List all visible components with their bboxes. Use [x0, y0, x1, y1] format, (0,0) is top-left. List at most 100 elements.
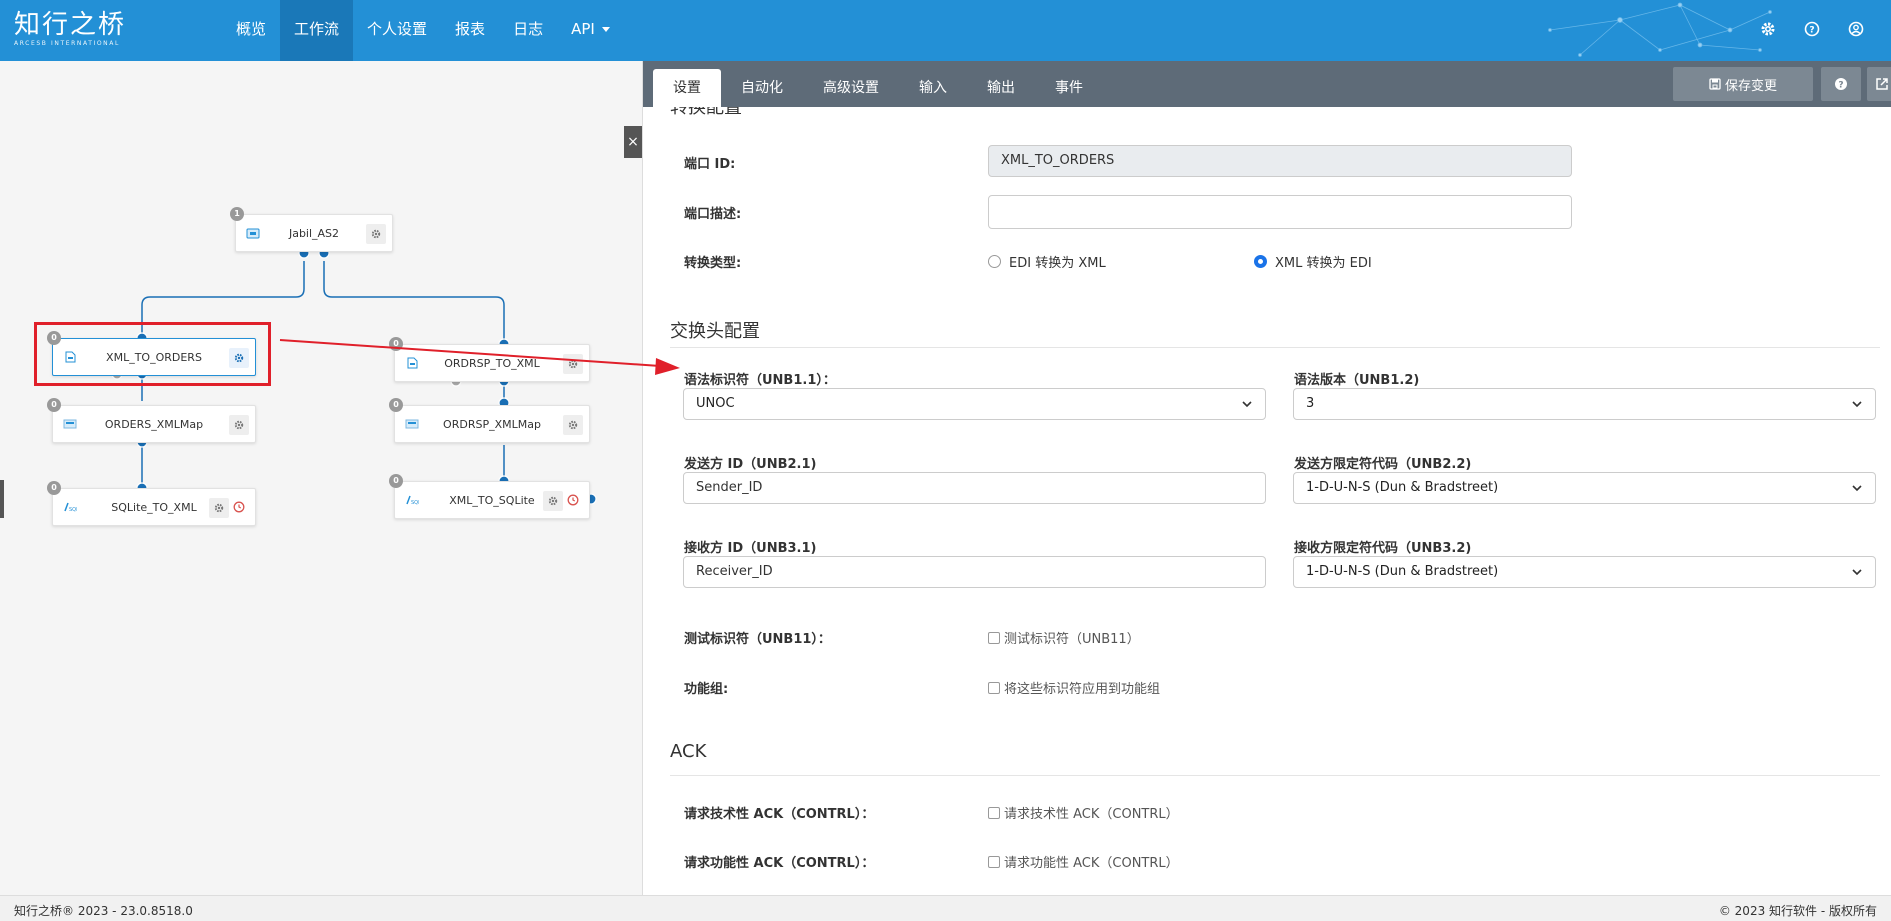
chevron-down-icon	[1242, 401, 1252, 408]
collapse-panel-button[interactable]: ×	[624, 126, 642, 158]
node-label: ORDRSP_TO_XML	[444, 356, 540, 370]
node-gear-icon[interactable]	[543, 491, 563, 511]
test-indicator-checkbox[interactable]: 测试标识符（UNB11）	[988, 628, 1140, 647]
main-nav: 概览 工作流 个人设置 报表 日志 API	[222, 0, 624, 61]
receiver-qualifier-label: 接收方限定符代码（UNB3.2)	[1294, 541, 1472, 556]
clock-icon[interactable]	[231, 499, 247, 515]
syntax-id-label: 语法标识符（UNB1.1）：	[684, 373, 836, 388]
highlight-box	[34, 322, 271, 386]
convert-type-label: 转换类型:	[684, 256, 742, 271]
workflow-canvas[interactable]: 1 Jabil_AS2 0 XML_TO_ORDERS 0 ORDRSP_TO_…	[0, 61, 642, 895]
sender-qualifier-select[interactable]: 1-D-U-N-S (Dun & Bradstreet)	[1293, 472, 1876, 504]
node-label: ORDERS_XMLMap	[104, 417, 204, 431]
nav-logs[interactable]: 日志	[499, 0, 557, 61]
panel-tabs: 设置 自动化 高级设置 输入 输出 事件	[653, 69, 1103, 107]
node-ordrsp-to-xml[interactable]: 0 ORDRSP_TO_XML	[389, 337, 590, 382]
tab-output[interactable]: 输出	[967, 69, 1035, 107]
node-badge: 0	[389, 398, 403, 412]
panel-help-button[interactable]: ?	[1821, 67, 1861, 101]
top-icons: ?	[1757, 18, 1867, 40]
node-gear-icon[interactable]	[366, 224, 386, 244]
map-icon	[405, 419, 419, 429]
link-jabil-to-ordrsp	[323, 261, 505, 339]
radio-edi-to-xml[interactable]: EDI 转换为 XML	[988, 252, 1106, 271]
nav-personal-settings[interactable]: 个人设置	[353, 0, 441, 61]
node-xml-to-sqlite[interactable]: 0 SQL XML_TO_SQLite	[389, 474, 590, 519]
radio-xml-to-edi[interactable]: XML 转换为 EDI	[1254, 252, 1372, 271]
workflow-links	[111, 247, 597, 505]
help-icon[interactable]: ?	[1801, 18, 1823, 40]
panel-tab-bar: 设置 自动化 高级设置 输入 输出 事件 保存变更 ?	[643, 61, 1891, 107]
node-jabil-as2[interactable]: 1 Jabil_AS2	[230, 207, 393, 252]
canvas-side-tab[interactable]	[0, 480, 4, 518]
nav-reports[interactable]: 报表	[441, 0, 499, 61]
tab-advanced[interactable]: 高级设置	[803, 69, 899, 107]
tab-settings[interactable]: 设置	[653, 69, 721, 107]
node-orders-xmlmap[interactable]: 0 ORDERS_XMLMap	[47, 398, 256, 443]
node-ordrsp-xmlmap[interactable]: 0 ORDRSP_XMLMap	[389, 398, 590, 443]
tab-input[interactable]: 输入	[899, 69, 967, 107]
section-title-conversion: 转换配置	[670, 107, 742, 118]
svg-text:SQL: SQL	[411, 500, 419, 506]
svg-text:?: ?	[1809, 26, 1814, 36]
checkbox-box	[988, 631, 1000, 644]
tab-events[interactable]: 事件	[1035, 69, 1103, 107]
node-gear-icon[interactable]	[229, 415, 249, 435]
checkbox-box	[988, 855, 1000, 868]
tech-ack-checkbox[interactable]: 请求技术性 ACK（CONTRL）	[988, 803, 1179, 822]
logo-text: 知行之桥	[14, 10, 127, 40]
sender-qualifier-label: 发送方限定符代码（UNB2.2)	[1294, 457, 1472, 472]
section-title-ack: ACK	[670, 741, 707, 762]
tab-automation[interactable]: 自动化	[721, 69, 803, 107]
radio-label: EDI 转换为 XML	[1009, 256, 1106, 271]
test-indicator-label: 测试标识符（UNB11）：	[684, 632, 831, 647]
caret-down-icon	[601, 27, 610, 32]
panel-content: 转换配置 端口 ID: XML_TO_ORDERS 端口描述: 转换类型: ED…	[643, 107, 1891, 895]
checkbox-box	[988, 681, 1000, 694]
sqlite-icon: SQL	[406, 495, 419, 506]
svg-text:?: ?	[1838, 81, 1843, 91]
chevron-down-icon	[1852, 401, 1862, 408]
checkbox-label: 测试标识符（UNB11）	[1004, 632, 1140, 647]
top-navbar: 知行之桥 ARCESB INTERNATIONAL 概览 工作流 个人设置 报表…	[0, 0, 1891, 61]
external-link-icon	[1876, 78, 1888, 90]
section-title-interchange: 交换头配置	[670, 321, 760, 342]
gear-icon[interactable]	[1757, 18, 1779, 40]
open-external-button[interactable]	[1867, 67, 1891, 101]
func-group-label: 功能组:	[684, 682, 729, 697]
func-ack-checkbox[interactable]: 请求功能性 ACK（CONTRL）	[988, 852, 1179, 871]
section-divider	[670, 347, 1880, 348]
clock-icon[interactable]	[565, 492, 581, 508]
radio-dot-selected	[1254, 255, 1267, 268]
func-group-checkbox[interactable]: 将这些标识符应用到功能组	[988, 678, 1160, 697]
checkbox-box	[988, 806, 1000, 819]
node-gear-icon[interactable]	[209, 498, 229, 518]
sender-id-label: 发送方 ID（UNB2.1)	[684, 457, 817, 472]
syntax-version-select[interactable]: 3	[1293, 388, 1876, 420]
node-badge: 0	[389, 474, 403, 488]
syntax-id-select[interactable]: UNOC	[683, 388, 1266, 420]
port-desc-field[interactable]	[988, 195, 1572, 229]
port-id-label: 端口 ID:	[684, 157, 736, 172]
sender-id-field[interactable]: Sender_ID	[683, 472, 1266, 504]
nav-overview[interactable]: 概览	[222, 0, 280, 61]
save-icon	[1709, 78, 1721, 90]
select-value: 3	[1306, 396, 1315, 411]
user-icon[interactable]	[1845, 18, 1867, 40]
app-logo[interactable]: 知行之桥 ARCESB INTERNATIONAL	[14, 10, 126, 48]
receiver-id-field[interactable]: Receiver_ID	[683, 556, 1266, 588]
svg-text:SQL: SQL	[69, 507, 77, 513]
receiver-qualifier-select[interactable]: 1-D-U-N-S (Dun & Bradstreet)	[1293, 556, 1876, 588]
save-changes-button[interactable]: 保存变更	[1673, 67, 1813, 101]
sqlite-icon: SQL	[64, 502, 77, 513]
chevron-down-icon	[1852, 569, 1862, 576]
nav-api[interactable]: API	[557, 0, 624, 61]
node-sqlite-to-xml[interactable]: 0 SQL SQLite_TO_XML	[47, 481, 256, 526]
syntax-version-label: 语法版本（UNB1.2)	[1294, 373, 1420, 388]
node-badge: 1	[230, 207, 244, 221]
node-gear-icon[interactable]	[563, 415, 583, 435]
nav-workflow[interactable]: 工作流	[280, 0, 354, 61]
node-badge: 0	[47, 398, 61, 412]
node-gear-icon[interactable]	[563, 354, 583, 374]
port-id-field: XML_TO_ORDERS	[988, 145, 1572, 177]
